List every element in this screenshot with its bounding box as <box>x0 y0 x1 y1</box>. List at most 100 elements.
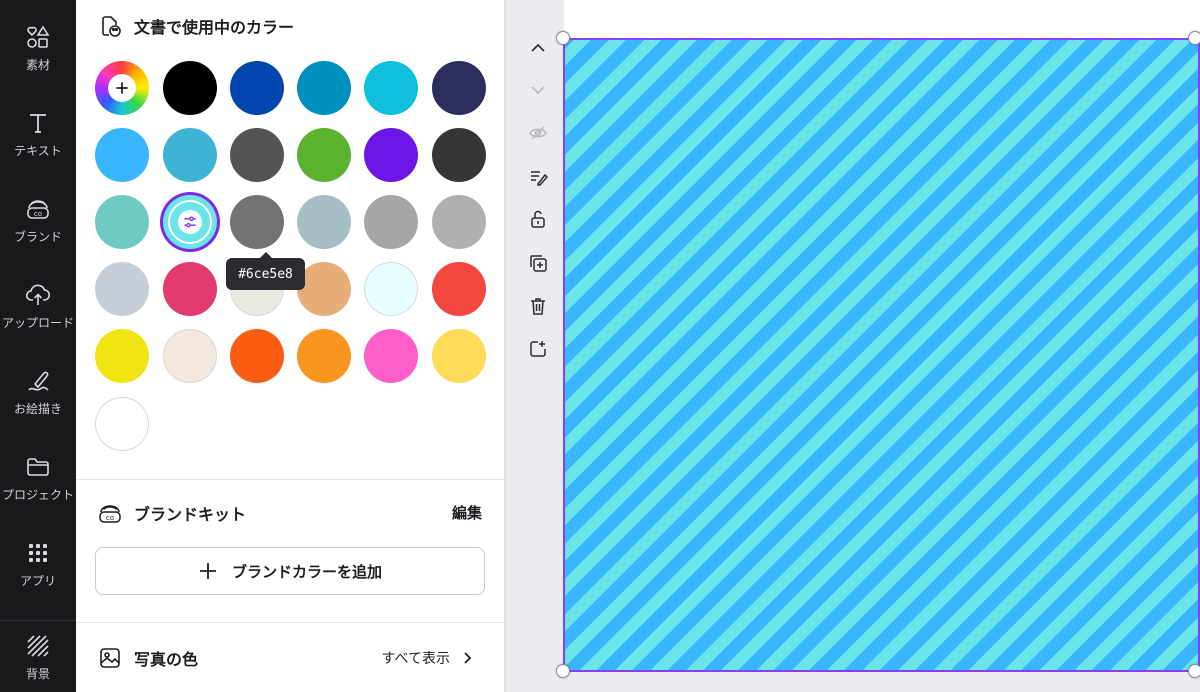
upload-icon <box>25 284 51 305</box>
color-swatch[interactable] <box>432 128 486 182</box>
move-page-up-button[interactable] <box>526 36 550 60</box>
resize-handle-top-left[interactable] <box>556 31 570 45</box>
photo-colors-header: 写真の色 <box>98 646 198 670</box>
color-hex-tooltip: #6ce5e8 <box>226 252 305 290</box>
left-rail: 素材 テキスト co ブランド アップロード お絵描き プロジェクト アプリ 背… <box>0 0 76 692</box>
color-swatch[interactable] <box>163 61 217 115</box>
resize-handle-top-right[interactable] <box>1188 31 1200 45</box>
move-page-down-button[interactable] <box>526 78 550 102</box>
add-page-icon <box>530 341 546 357</box>
selection-ring <box>168 200 212 244</box>
rail-label: アプリ <box>19 573 56 588</box>
color-swatch[interactable] <box>364 61 418 115</box>
color-swatch[interactable] <box>163 329 217 383</box>
delete-page-button[interactable] <box>526 294 550 318</box>
brand-icon: co <box>27 199 49 219</box>
rail-label: テキスト <box>14 143 62 158</box>
color-swatch[interactable] <box>364 128 418 182</box>
plus-icon <box>199 563 216 579</box>
rail-item-draw[interactable]: お絵描き <box>0 352 76 432</box>
rail-label: プロジェクト <box>1 487 74 502</box>
folder-icon <box>27 457 49 476</box>
hide-page-button[interactable] <box>526 121 550 145</box>
color-swatch[interactable] <box>163 262 217 316</box>
rail-item-projects[interactable]: プロジェクト <box>0 438 76 518</box>
rail-item-text[interactable]: テキスト <box>0 94 76 174</box>
brand-kit-title: ブランドキット <box>134 505 247 524</box>
color-swatch[interactable] <box>364 329 418 383</box>
document-colors-title: 文書で使用中のカラー <box>134 18 295 37</box>
see-all-link[interactable]: すべて表示 <box>382 648 474 668</box>
color-swatch[interactable] <box>432 262 486 316</box>
color-swatch[interactable] <box>297 329 351 383</box>
color-swatch[interactable] <box>163 128 217 182</box>
rail-item-upload[interactable]: アップロード <box>0 266 76 346</box>
color-swatch[interactable] <box>95 128 149 182</box>
canvas-top-area <box>564 0 1200 40</box>
brand-kit-header: co ブランドキット <box>98 501 246 525</box>
photo-colors-title: 写真の色 <box>134 650 199 669</box>
see-all-label: すべて表示 <box>381 651 450 667</box>
color-swatch[interactable] <box>364 262 418 316</box>
resize-handle-bottom-left[interactable] <box>556 664 570 678</box>
add-brand-color-label: ブランドカラーを追加 <box>231 562 382 581</box>
add-brand-color-button[interactable]: ブランドカラーを追加 <box>95 547 485 595</box>
rail-label: アップロード <box>1 315 74 330</box>
duplicate-icon <box>530 255 547 272</box>
brand-kit-edit-link[interactable]: 編集 <box>452 502 482 523</box>
color-swatch[interactable] <box>230 329 284 383</box>
plus-icon <box>108 74 136 102</box>
color-swatch[interactable] <box>432 195 486 249</box>
add-page-button[interactable] <box>526 337 550 361</box>
panel-edge <box>504 0 506 692</box>
image-icon <box>100 648 120 668</box>
svg-text:co: co <box>34 210 42 218</box>
trash-icon <box>531 298 545 315</box>
brand-icon: co <box>99 505 121 523</box>
draw-icon <box>28 371 49 391</box>
color-swatch[interactable] <box>95 397 149 451</box>
add-color-button[interactable] <box>95 61 149 115</box>
color-swatch[interactable] <box>297 61 351 115</box>
color-swatch[interactable] <box>95 195 149 249</box>
rail-item-brand[interactable]: co ブランド <box>0 180 76 260</box>
elements-icon <box>27 24 50 48</box>
rail-label: 背景 <box>25 666 50 681</box>
rail-label: ブランド <box>13 229 62 244</box>
chevron-down-icon <box>531 86 545 95</box>
section-divider <box>76 622 504 623</box>
resize-handle-bottom-right[interactable] <box>1188 664 1200 678</box>
color-swatch[interactable] <box>95 329 149 383</box>
eye-off-icon <box>529 126 547 140</box>
color-swatch[interactable] <box>230 128 284 182</box>
color-swatch[interactable] <box>297 195 351 249</box>
design-page[interactable] <box>563 38 1200 672</box>
palette-document-icon <box>102 16 121 37</box>
color-swatch[interactable] <box>95 262 149 316</box>
notes-edit-icon <box>531 171 548 186</box>
rail-item-apps[interactable]: アプリ <box>0 524 76 604</box>
color-swatch-selected[interactable] <box>163 195 217 249</box>
chevron-up-icon <box>531 43 545 52</box>
rail-item-background[interactable]: 背景 <box>0 622 76 692</box>
duplicate-page-button[interactable] <box>526 251 550 275</box>
color-swatch[interactable] <box>432 329 486 383</box>
document-colors-header: 文書で使用中のカラー <box>98 14 294 38</box>
section-divider <box>76 479 504 480</box>
unlock-icon <box>531 210 545 228</box>
color-swatch[interactable] <box>432 61 486 115</box>
rail-item-elements[interactable]: 素材 <box>0 8 76 88</box>
text-icon <box>30 113 46 133</box>
svg-text:co: co <box>106 514 114 522</box>
page-notes-button[interactable] <box>526 165 550 189</box>
color-swatch[interactable] <box>297 128 351 182</box>
color-swatch[interactable] <box>364 195 418 249</box>
chevron-right-icon <box>464 652 472 664</box>
lock-page-button[interactable] <box>526 207 550 231</box>
color-swatch[interactable] <box>297 262 351 316</box>
stripe-pattern[interactable] <box>565 40 1198 670</box>
color-swatch[interactable] <box>230 195 284 249</box>
background-icon <box>27 634 49 657</box>
color-swatch[interactable] <box>230 61 284 115</box>
color-panel: 文書で使用中のカラー #6ce5e8 co ブランドキット 編集 ブランドカラー… <box>76 0 504 692</box>
